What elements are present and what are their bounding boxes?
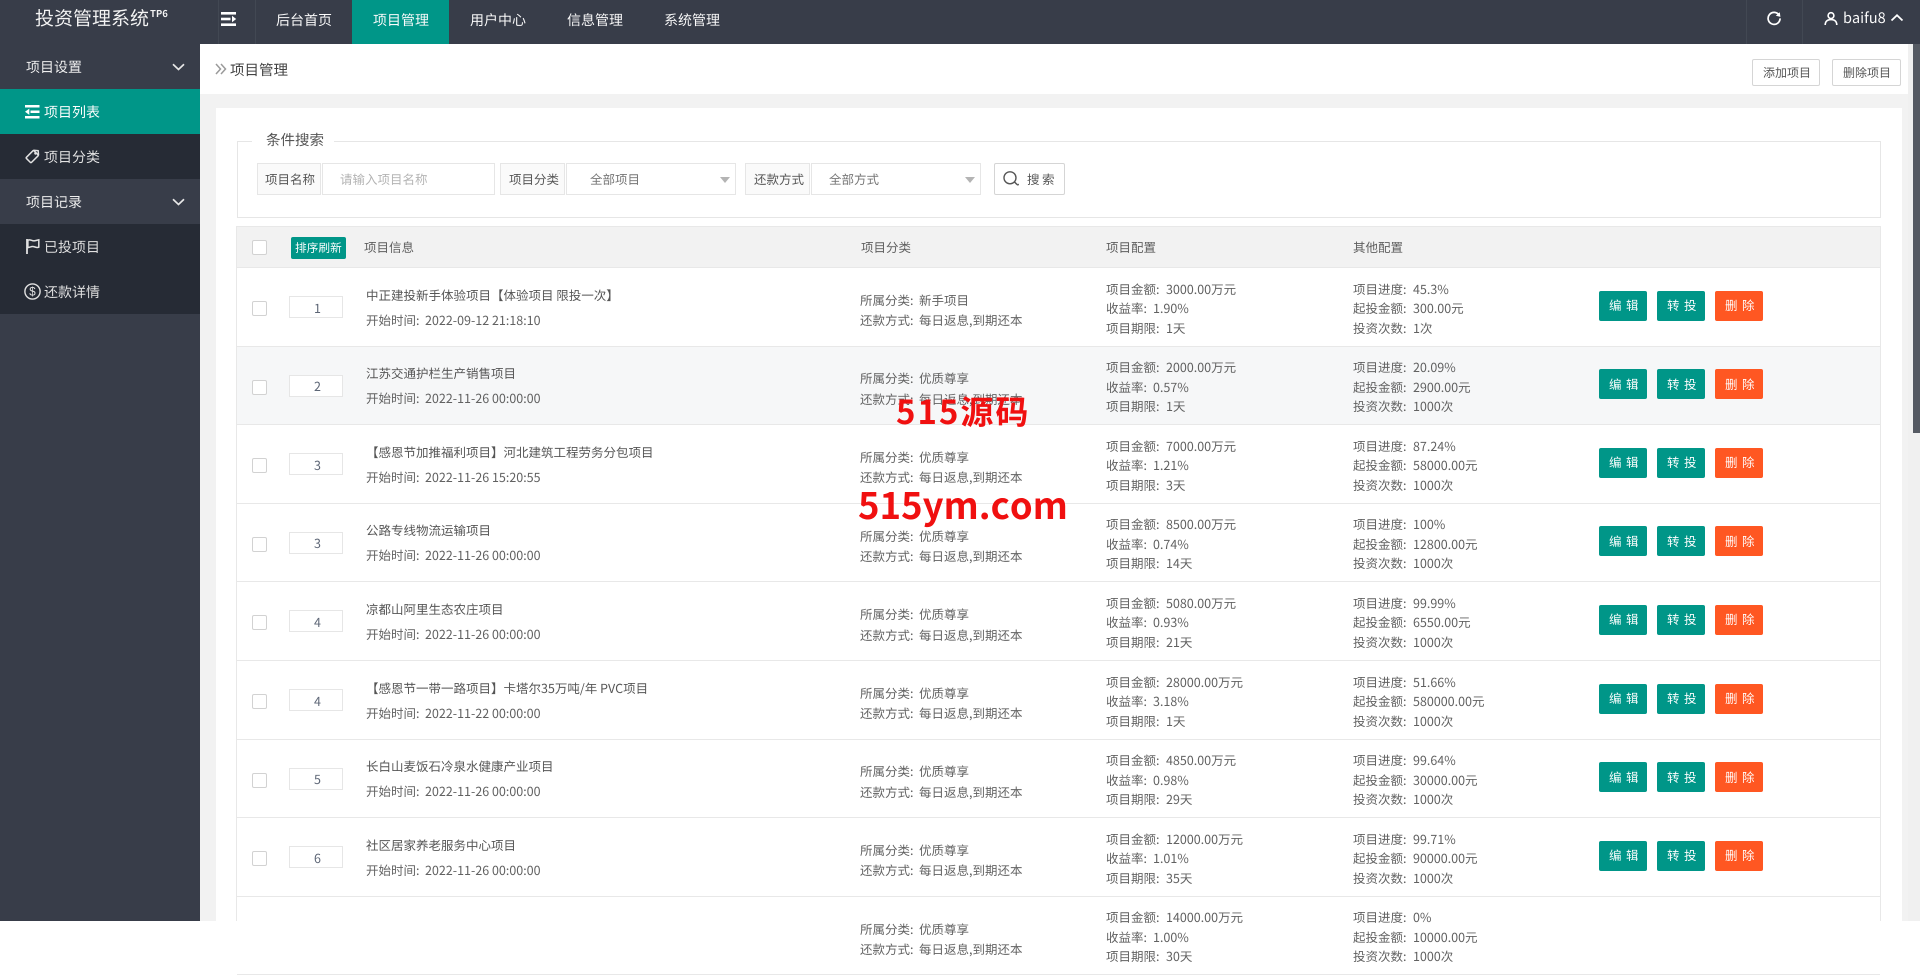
svg-text:$: $ <box>29 287 36 299</box>
